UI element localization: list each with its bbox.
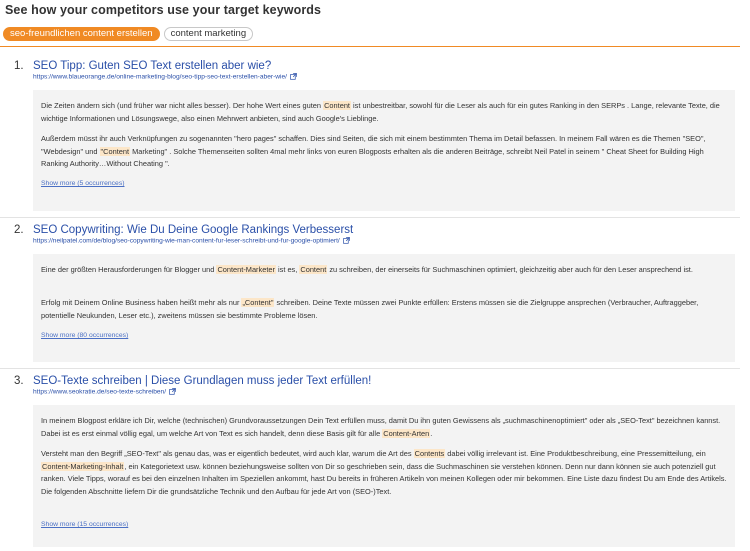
result-number: 3. xyxy=(14,375,24,387)
keyword-highlight: „Content" xyxy=(241,298,275,307)
snippet-paragraph: Außerdem müsst ihr auch Verknüpfungen zu… xyxy=(41,134,706,169)
section-title: See how your competitors use your target… xyxy=(5,3,322,17)
keyword-chip-content-marketing[interactable]: content marketing xyxy=(163,27,254,41)
keyword-highlight: Content-Marketing-Inhalt xyxy=(41,461,125,471)
result-url-text[interactable]: https://www.blaueorange.de/online-market… xyxy=(33,73,287,80)
result-title-link[interactable]: SEO Tipp: Guten SEO Text erstellen aber … xyxy=(33,60,271,72)
keyword-chip-seo-freundlichen[interactable]: seo-freundlichen content erstellen xyxy=(3,27,160,41)
keyword-highlight: Content-Arten xyxy=(382,428,431,438)
external-link-icon[interactable] xyxy=(342,237,350,244)
show-more-link[interactable]: Show more (5 occurrences) xyxy=(41,180,124,187)
snippet-box: In meinem Blogpost erkläre ich Dir, welc… xyxy=(33,405,735,547)
external-link-icon[interactable] xyxy=(290,73,297,80)
show-more-link[interactable]: Show more (80 occurrences) xyxy=(41,332,128,339)
snippet-paragraph: In meinem Blogpost erkläre ich Dir, welc… xyxy=(41,416,721,438)
show-more-link[interactable]: Show more (15 occurrences) xyxy=(41,521,128,528)
section-header: See how your competitors use your target… xyxy=(5,3,321,17)
result-url[interactable]: https://www.blaueorange.de/online-market… xyxy=(33,73,297,80)
snippet-box: Eine der größten Herausforderungen für B… xyxy=(33,254,735,362)
result-title-link[interactable]: SEO Copywriting: Wie Du Deine Google Ran… xyxy=(33,224,353,236)
result-number: 2. xyxy=(14,224,24,236)
snippet-paragraph: Versteht man den Begriff „SEO-Text" als … xyxy=(41,449,727,497)
active-keyword-divider xyxy=(0,46,740,47)
result-url-text[interactable]: https://www.seokratie.de/seo-texte-schre… xyxy=(33,388,166,395)
keyword-chips: seo-freundlichen content erstellen conte… xyxy=(3,27,254,41)
result-url-text[interactable]: https://neilpatel.com/de/blog/seo-copywr… xyxy=(33,237,340,244)
keyword-highlight: Contents xyxy=(413,449,446,458)
result-url[interactable]: https://neilpatel.com/de/blog/seo-copywr… xyxy=(33,237,350,244)
keyword-highlight: Content xyxy=(323,101,351,110)
result-item: 1. SEO Tipp: Guten SEO Text erstellen ab… xyxy=(0,53,740,217)
keyword-highlight: "Content xyxy=(99,146,131,156)
keyword-highlight: Content-Marketer xyxy=(216,265,276,274)
keyword-highlight: Content xyxy=(299,265,328,274)
result-item: 2. SEO Copywriting: Wie Du Deine Google … xyxy=(0,217,740,368)
result-number: 1. xyxy=(14,60,24,72)
snippet-paragraph: Eine der größten Herausforderungen für B… xyxy=(41,265,693,274)
external-link-icon[interactable] xyxy=(169,388,176,395)
result-url[interactable]: https://www.seokratie.de/seo-texte-schre… xyxy=(33,388,176,395)
result-item: 3. SEO-Texte schreiben | Diese Grundlage… xyxy=(0,368,740,549)
result-title-link[interactable]: SEO-Texte schreiben | Diese Grundlagen m… xyxy=(33,375,371,387)
snippet-paragraph: Die Zeiten ändern sich (und früher war n… xyxy=(41,101,720,123)
snippet-paragraph: Erfolg mit Deinem Online Business haben … xyxy=(41,298,699,320)
snippet-box: Die Zeiten ändern sich (und früher war n… xyxy=(33,90,735,211)
